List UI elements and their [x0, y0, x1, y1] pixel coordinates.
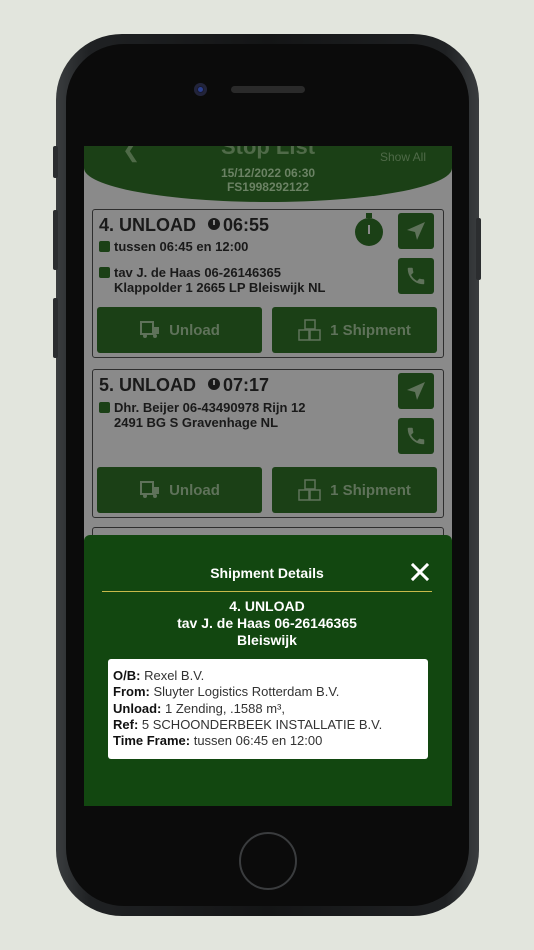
- home-button[interactable]: [239, 832, 297, 890]
- detail-row-from: From: Sluyter Logistics Rotterdam B.V.: [113, 684, 340, 700]
- phone-icon: [407, 267, 425, 285]
- stop-contact: Dhr. Beijer 06-43490978 Rijn 12: [114, 400, 306, 415]
- truck-unload-icon: [140, 321, 160, 338]
- phone-icon: [407, 427, 425, 445]
- modal-stop-title: 4. UNLOAD: [229, 598, 305, 614]
- stop-time: 07:17: [223, 375, 270, 395]
- stop-heading: 5. UNLOAD 07:17: [99, 375, 269, 396]
- navigation-arrow-icon: [407, 382, 425, 400]
- detail-row-time-frame: Time Frame: tussen 06:45 en 12:00: [113, 733, 323, 749]
- modal-city: Bleiswijk: [237, 632, 297, 648]
- show-all-button[interactable]: Show All: [380, 150, 426, 164]
- shipment-label: 1 Shipment: [330, 481, 411, 499]
- navigate-button[interactable]: [398, 213, 434, 249]
- stop-address: Klappolder 1 2665 LP Bleiswijk NL: [114, 280, 326, 295]
- stop-title: 4. UNLOAD: [99, 215, 197, 235]
- stop-card[interactable]: 4. UNLOAD 06:55 tussen 06:45 en 12:00 tav…: [92, 209, 444, 358]
- front-camera: [194, 83, 207, 96]
- call-button[interactable]: [398, 418, 434, 454]
- unload-label: Unload: [169, 321, 220, 339]
- detail-row-unload: Unload: 1 Zending, .1588 m³,: [113, 700, 285, 716]
- contact-row: Dhr. Beijer 06-43490978 Rijn 12: [99, 400, 306, 415]
- route-date: 15/12/2022 06:30: [220, 166, 316, 180]
- mute-switch: [53, 146, 58, 178]
- shipment-details-box: O/B: Rexel B.V. From: Sluyter Logistics …: [108, 659, 428, 759]
- stop-heading: 4. UNLOAD 06:55: [99, 215, 269, 236]
- stop-address: 2491 BG S Gravenhage NL: [114, 415, 279, 430]
- app-screen: ❮ Stop List Show All 15/12/2022 06:30 FS…: [84, 146, 452, 806]
- stop-card[interactable]: 5. UNLOAD 07:17 Dhr. Beijer 06-43490978 R…: [92, 369, 444, 518]
- stop-time: 06:55: [223, 215, 270, 235]
- modal-title: Shipment Details: [210, 565, 324, 581]
- call-button[interactable]: [398, 258, 434, 294]
- volume-up-button: [53, 210, 58, 270]
- navigate-button[interactable]: [398, 373, 434, 409]
- unload-button[interactable]: Unload: [97, 307, 262, 353]
- power-button: [476, 218, 481, 280]
- stop-list-header: ❮ Stop List Show All 15/12/2022 06:30 FS…: [84, 146, 452, 202]
- stopwatch-icon[interactable]: [355, 213, 383, 246]
- stop-title: 5. UNLOAD: [99, 375, 197, 395]
- time-window: tussen 06:45 en 12:00: [114, 239, 249, 254]
- calendar-icon: [99, 241, 110, 252]
- volume-down-button: [53, 298, 58, 358]
- unload-label: Unload: [169, 481, 220, 499]
- clock-icon: [208, 378, 221, 390]
- shipment-button[interactable]: 1 Shipment: [272, 467, 437, 513]
- shipment-details-modal: Shipment Details 4. UNLOAD tav J. de Haa…: [84, 535, 452, 806]
- earpiece-speaker: [231, 86, 305, 93]
- truck-unload-icon: [140, 481, 160, 498]
- modal-contact: tav J. de Haas 06-26146365: [177, 615, 357, 631]
- stop-contact: tav J. de Haas 06-26146365: [114, 265, 281, 280]
- divider: [102, 591, 432, 592]
- route-number: FS1998292122: [226, 180, 310, 194]
- contact-row: tav J. de Haas 06-26146365: [99, 265, 281, 280]
- clock-icon: [208, 218, 221, 230]
- navigation-arrow-icon: [407, 222, 425, 240]
- unload-button[interactable]: Unload: [97, 467, 262, 513]
- detail-row-ob: O/B: Rexel B.V.: [113, 668, 205, 683]
- time-window-row: tussen 06:45 en 12:00: [99, 239, 248, 254]
- boxes-icon: [298, 479, 321, 501]
- shipment-button[interactable]: 1 Shipment: [272, 307, 437, 353]
- shipment-label: 1 Shipment: [330, 321, 411, 339]
- map-icon: [99, 267, 110, 278]
- detail-row-ref: Ref: 5 SCHOONDERBEEK INSTALLATIE B.V.: [113, 716, 383, 732]
- map-icon: [99, 402, 110, 413]
- close-icon[interactable]: [410, 562, 430, 582]
- boxes-icon: [298, 319, 321, 341]
